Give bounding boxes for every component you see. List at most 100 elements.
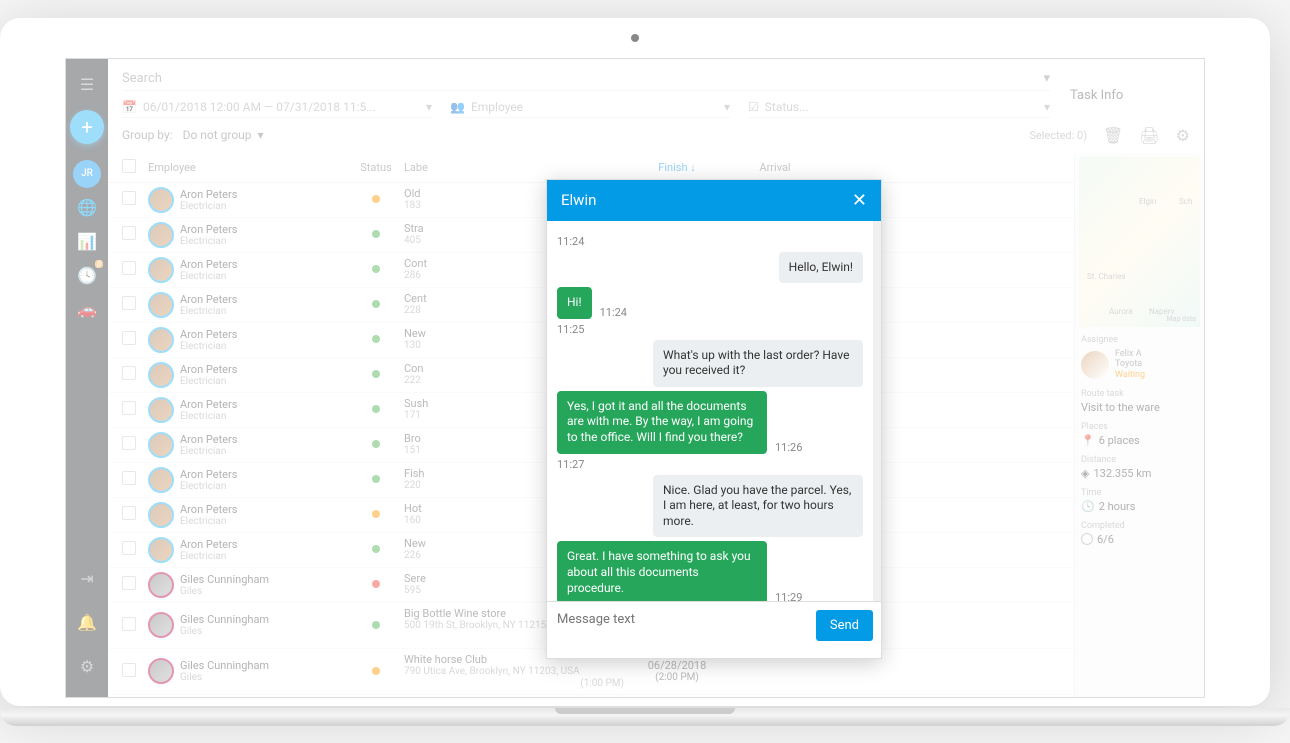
message-bubble: Great. I have something to ask you about… [557,541,767,600]
chat-timestamp: 11:24 [557,235,863,248]
task-sublabel: 790 Utica Ave, Brooklyn, NY 11203, USA [404,666,624,678]
task-info-title: Task Info [1060,82,1190,103]
employee-name: Aron Peters [180,363,237,376]
row-checkbox[interactable] [122,191,136,205]
print-icon[interactable]: 🖨 [1139,126,1159,145]
col-label[interactable]: Labe [404,161,624,174]
date-filter[interactable]: 📅 06/01/2018 12:00 AM — 07/31/2018 11:5.… [122,97,432,118]
add-fab-nav[interactable]: + [70,110,104,144]
trash-icon[interactable]: 🗑 [1103,126,1123,145]
employee-name: Giles Cunningham [180,613,269,626]
search-input[interactable]: Search ▾ [122,67,1050,91]
row-checkbox[interactable] [122,261,136,275]
chat-body[interactable]: 11:24Hello, Elwin!Hi!11:2411:25What's up… [547,221,881,601]
employee-role: Giles [180,672,269,683]
user-avatar-nav[interactable]: JR [73,160,101,188]
message-time: 11:26 [775,441,802,454]
row-checkbox[interactable] [122,331,136,345]
chart-icon[interactable]: 📊 [73,228,101,256]
status-dot [372,510,380,518]
employee-name: Aron Peters [180,293,237,306]
distance-icon: ◈ [1081,467,1089,480]
employee-name: Aron Peters [180,258,237,271]
globe-icon[interactable]: 🌐 [73,194,101,222]
row-checkbox[interactable] [122,226,136,240]
car-icon[interactable]: 🚗 [73,296,101,324]
row-checkbox[interactable] [122,366,136,380]
navbar: ☰ + JR 🌐 📊 🕓β 🚗 ⇥ 🔔 ⚙ [66,59,108,697]
chevron-down-icon: ▾ [724,100,730,114]
employee-role: Electrician [180,306,237,317]
message-bubble: Hi! [557,287,592,319]
employee-name: Giles Cunningham [180,573,269,586]
employee-filter[interactable]: 👥 Employee ▾ [450,97,730,118]
col-finish[interactable]: Finish ↓ [632,161,722,174]
col-arrival[interactable]: Arrival [730,161,820,174]
status-dot [372,440,380,448]
close-icon[interactable]: ✕ [852,190,867,211]
employee-avatar [148,658,174,684]
employee-role: Electrician [180,411,237,422]
row-checkbox[interactable] [122,541,136,555]
employee-name: Aron Peters [180,503,237,516]
row-checkbox[interactable] [122,506,136,520]
status-filter[interactable]: ☑ Status... ▾ [748,97,1050,118]
map[interactable]: Elgin Sch St. Charles Aurora Naperv Map … [1079,157,1200,327]
places-val: 6 places [1099,434,1140,447]
employee-name: Aron Peters [180,328,237,341]
status-dot [372,195,380,203]
group-by-value: Do not group [183,128,252,142]
message-outgoing: Hi!11:24 [557,287,863,319]
selected-count: Selected: 0) [1029,129,1087,142]
route-val: Visit to the ware [1081,401,1198,414]
row-checkbox[interactable] [122,663,136,677]
employee-role: Electrician [180,376,237,387]
chat-timestamp: 11:27 [557,458,863,471]
row-checkbox[interactable] [122,436,136,450]
clock-icon[interactable]: 🕓β [73,262,101,290]
employee-role: Electrician [180,271,237,282]
employee-role: Electrician [180,341,237,352]
people-icon: 👥 [450,100,465,114]
message-bubble: What's up with the last order? Have you … [653,340,863,387]
row-checkbox[interactable] [122,401,136,415]
gear-icon[interactable]: ⚙ [1176,126,1190,145]
row-checkbox[interactable] [122,471,136,485]
row-checkbox[interactable] [122,617,136,631]
chat-input[interactable] [547,602,808,658]
chevron-down-icon: ▾ [258,128,264,142]
send-button[interactable]: Send [816,610,873,641]
employee-name: Aron Peters [180,468,237,481]
col-employee[interactable]: Employee [148,161,348,174]
settings-icon[interactable]: ⚙ [73,653,101,681]
bell-icon[interactable]: 🔔 [73,609,101,637]
employee-role: Giles [180,586,269,597]
status-dot [372,580,380,588]
assignee-label: Assignee [1081,335,1198,345]
route-label: Route task [1081,389,1198,399]
chat-title: Elwin [561,191,596,209]
group-by-select[interactable]: Do not group ▾ [183,128,264,142]
employee-avatar [148,467,174,493]
employee-role: Electrician [180,201,237,212]
employee-avatar [148,397,174,423]
distance-label: Distance [1081,455,1198,465]
chevron-down-icon: ▾ [426,100,432,114]
row-checkbox[interactable] [122,296,136,310]
employee-name: Aron Peters [180,223,237,236]
assignee-sub: Toyota [1115,359,1145,370]
menu-icon[interactable]: ☰ [80,75,94,94]
assignee-avatar [1081,351,1109,379]
logout-icon[interactable]: ⇥ [73,565,101,593]
select-all-checkbox[interactable] [122,159,136,173]
col-status[interactable]: Status [356,161,396,174]
employee-avatar [148,362,174,388]
distance-val: 132.355 km [1093,467,1151,480]
employee-name: Aron Peters [180,188,237,201]
employee-name: Giles Cunningham [180,659,269,672]
status-dot [372,335,380,343]
employee-role: Giles [180,626,269,637]
row-checkbox[interactable] [122,576,136,590]
laptop-frame: ☰ + JR 🌐 📊 🕓β 🚗 ⇥ 🔔 ⚙ Search ▾ 📅 06/01 [0,18,1270,706]
employee-avatar [148,327,174,353]
